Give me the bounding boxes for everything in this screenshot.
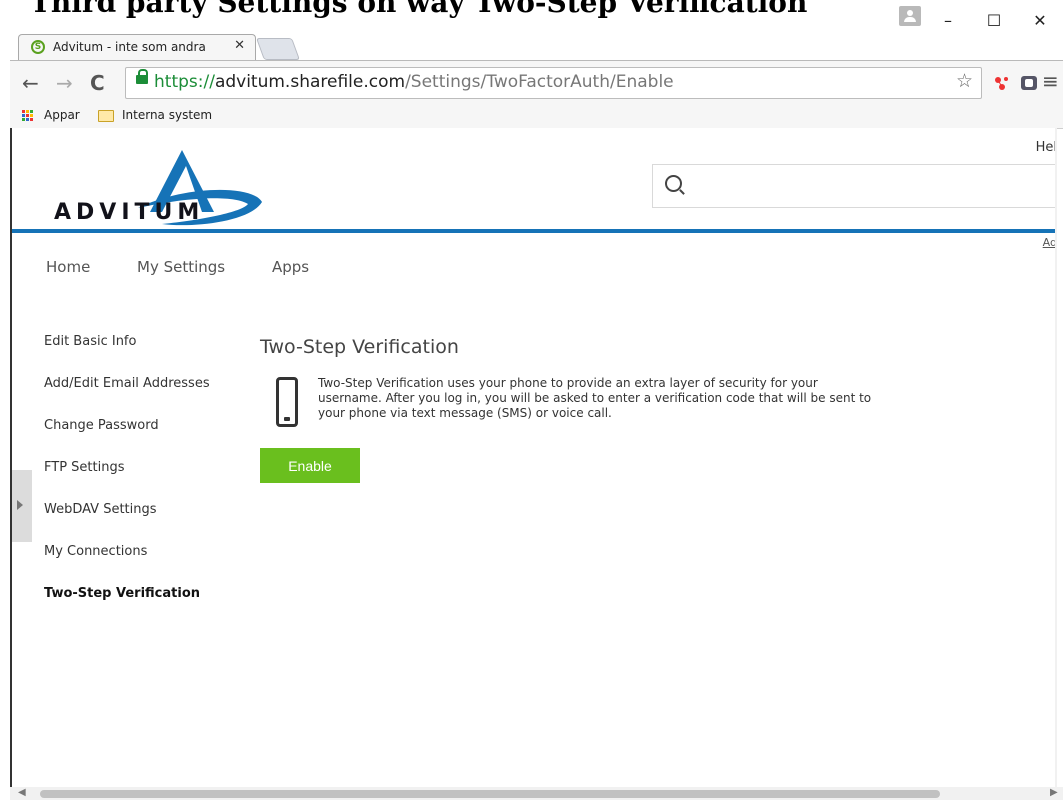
extension-network-icon[interactable]: [993, 75, 1011, 91]
page-title: Two-Step Verification: [260, 336, 459, 358]
extension-shield-icon[interactable]: [1020, 75, 1038, 91]
back-arrow-icon[interactable]: ←: [22, 71, 39, 95]
header-divider: [12, 229, 1057, 233]
reload-icon[interactable]: C: [90, 71, 105, 95]
horizontal-scrollbar[interactable]: ◀ ▶: [10, 787, 1063, 800]
logo-text: ADVITUM: [54, 200, 205, 225]
bookmarks-bar: Appar Interna system: [10, 104, 1063, 129]
tab-close-icon[interactable]: ✕: [234, 38, 245, 53]
scroll-right-icon[interactable]: ▶: [1050, 787, 1058, 798]
sidebar-item-email-addresses[interactable]: Add/Edit Email Addresses: [44, 376, 210, 391]
sidebar-item-edit-basic-info[interactable]: Edit Basic Info: [44, 334, 136, 349]
sidebar-toggle-button[interactable]: [12, 470, 32, 542]
folder-icon: [98, 110, 114, 122]
enable-button[interactable]: Enable: [260, 448, 360, 483]
horizontal-scrollbar-thumb[interactable]: [40, 790, 940, 798]
search-icon: [665, 175, 682, 192]
sidebar-item-webdav-settings[interactable]: WebDAV Settings: [44, 502, 157, 517]
nav-my-settings[interactable]: My Settings: [137, 258, 225, 276]
sidebar-item-change-password[interactable]: Change Password: [44, 418, 159, 433]
nav-home[interactable]: Home: [46, 258, 90, 276]
bookmark-folder[interactable]: Interna system: [122, 108, 212, 122]
sidebar-item-ftp-settings[interactable]: FTP Settings: [44, 460, 124, 475]
tab-title: Advitum - inte som andra: [53, 40, 206, 54]
apps-icon[interactable]: [22, 110, 34, 122]
bookmark-apps[interactable]: Appar: [44, 108, 80, 122]
new-tab-button[interactable]: [255, 38, 301, 60]
browser-toolbar: ← → C https://advitum.sharefile.com/Sett…: [10, 60, 1063, 105]
scroll-left-icon[interactable]: ◀: [18, 787, 26, 798]
address-bar[interactable]: https://advitum.sharefile.com/Settings/T…: [125, 67, 982, 99]
greeting-text: Hel: [1035, 140, 1057, 155]
page-content: ADVITUM Hel Ad Home My Settings Apps Edi…: [10, 128, 1057, 787]
search-input[interactable]: [652, 164, 1057, 208]
vertical-scrollbar[interactable]: [1055, 128, 1057, 787]
menu-icon[interactable]: ≡: [1042, 69, 1059, 93]
forward-arrow-icon[interactable]: →: [56, 71, 73, 95]
profile-icon[interactable]: [899, 6, 921, 26]
advitum-logo[interactable]: ADVITUM: [42, 146, 282, 226]
sidebar-item-my-connections[interactable]: My Connections: [44, 544, 147, 559]
url-text: https://advitum.sharefile.com/Settings/T…: [154, 72, 674, 92]
description-text: Two-Step Verification uses your phone to…: [318, 376, 872, 420]
browser-tab[interactable]: S Advitum - inte som andra ✕: [18, 34, 256, 61]
nav-apps[interactable]: Apps: [272, 258, 309, 276]
phone-icon: [276, 377, 298, 427]
sharefile-favicon-icon: S: [31, 40, 45, 54]
tab-strip: S Advitum - inte som andra ✕: [10, 32, 1063, 61]
sidebar-item-two-step-verification[interactable]: Two-Step Verification: [44, 586, 200, 601]
lock-icon: [136, 69, 148, 84]
bookmark-star-icon[interactable]: ☆: [956, 70, 973, 92]
overlay-text: Third party Settings on way Two-Step Ver…: [30, 0, 808, 19]
